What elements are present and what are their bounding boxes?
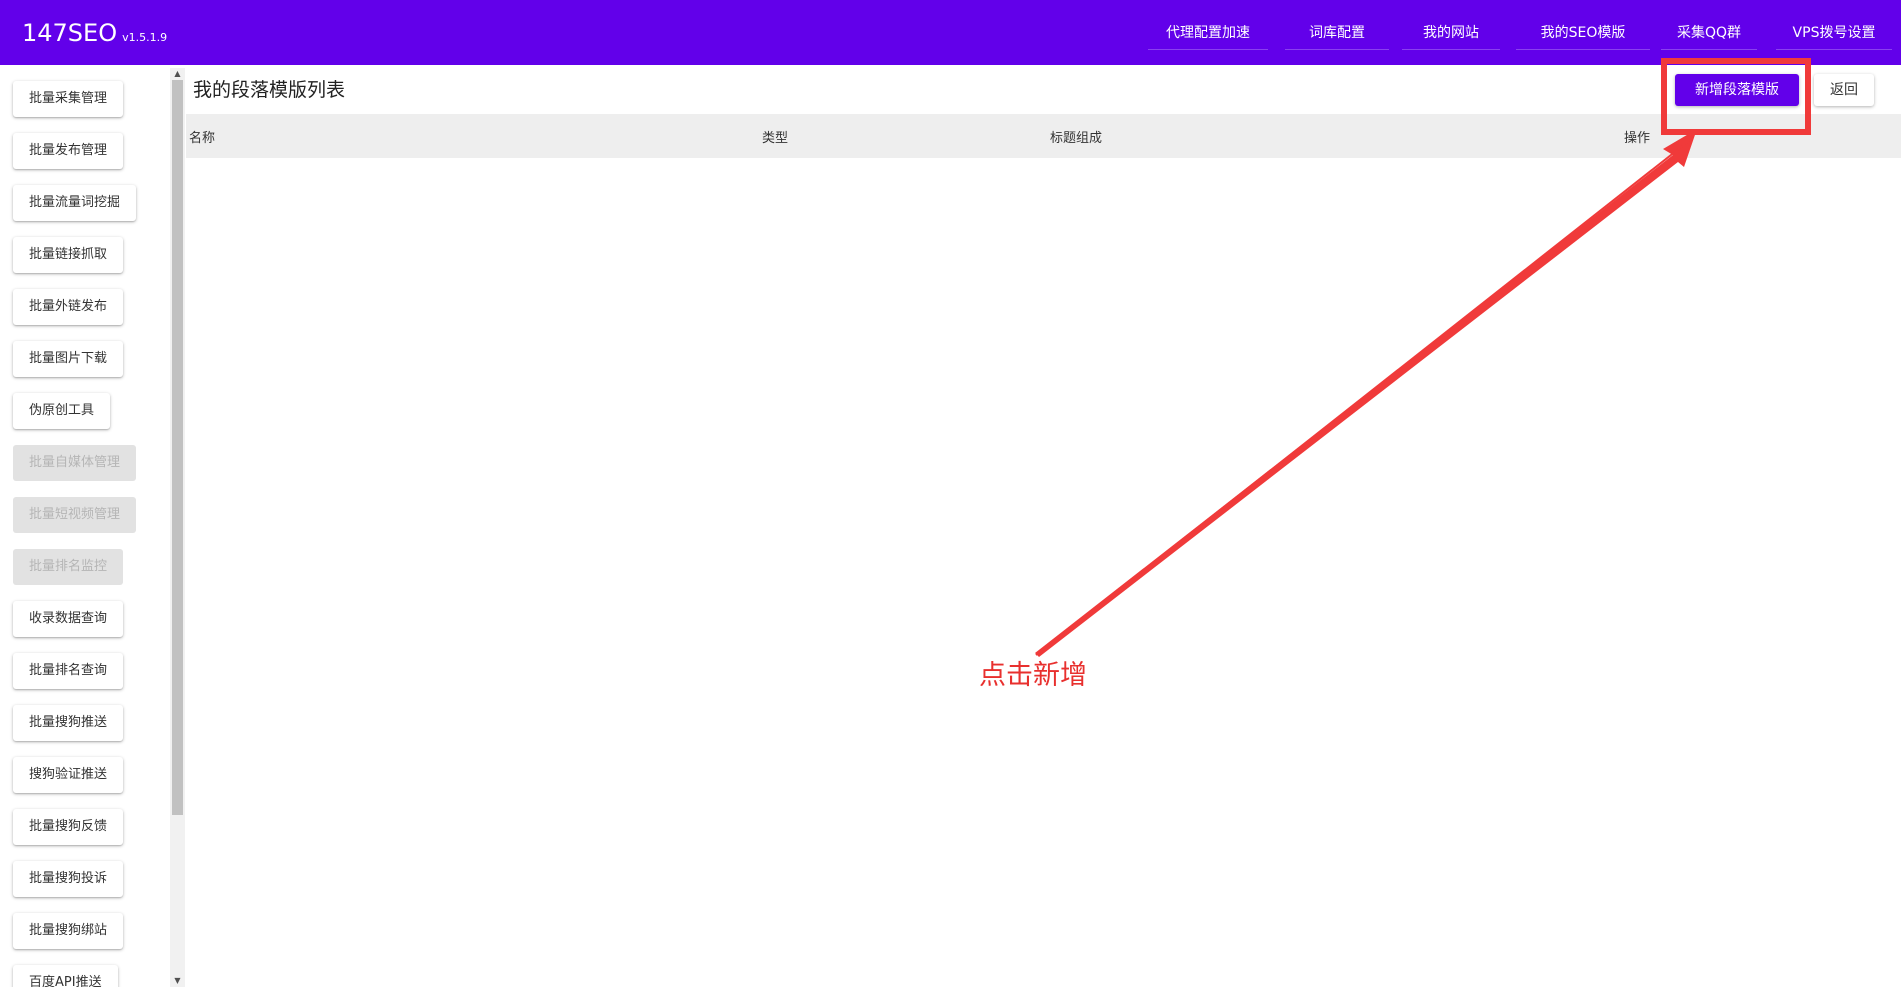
annotation-label: 点击新增: [979, 660, 1087, 691]
annotation-arrow-icon: [1035, 129, 1697, 657]
